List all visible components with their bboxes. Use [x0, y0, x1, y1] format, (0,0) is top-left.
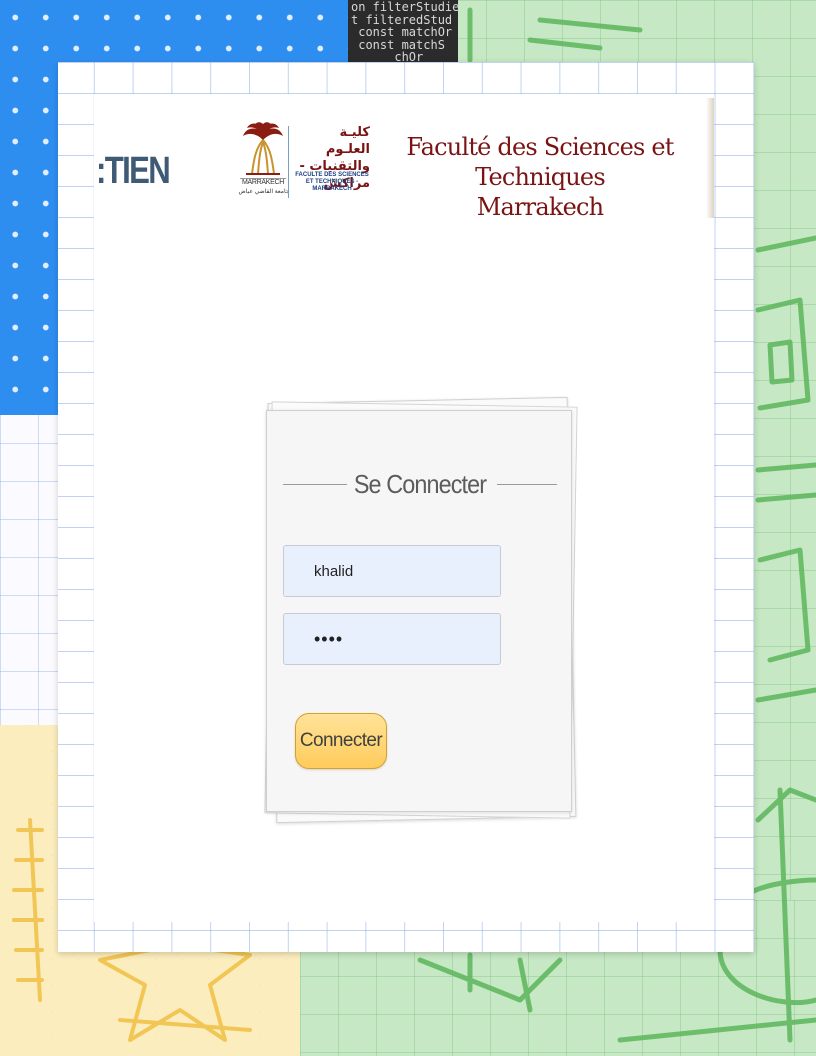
banner-edge: [706, 98, 714, 218]
faculty-title-line2: Marrakech: [476, 193, 604, 221]
background-code-snippet: on filterStudie t filteredStud const matc…: [348, 0, 458, 64]
logo-french-line1: FACULTE DES SCIENCES: [295, 172, 369, 178]
faculty-logo: MARRAKECH جامعة القاضي عياض كليـة العلـو…: [238, 122, 372, 212]
login-form: Se Connecter Connecter: [266, 410, 572, 812]
header-banner: :TIEN MARRAKECH جامعة القاضي عياض كليـة …: [94, 94, 714, 254]
logo-university-arabic: جامعة القاضي عياض: [238, 189, 290, 195]
palm-emblem-icon: [243, 122, 283, 175]
login-heading: Se Connecter: [283, 469, 557, 499]
logo-divider: [288, 126, 289, 198]
connect-button[interactable]: Connecter: [295, 713, 387, 769]
logo-french-name: FACULTE DES SCIENCES ET TECHNIQUES - MAR…: [292, 172, 372, 193]
code-line: const matchOr: [351, 25, 453, 39]
faculty-title: Faculté des Sciences et Techniques Marra…: [380, 132, 700, 222]
password-input[interactable]: [283, 613, 501, 665]
heading-rule-right: [497, 484, 557, 485]
logo-city-label: MARRAKECH: [240, 178, 286, 186]
header-left-fragment: :TIEN: [96, 150, 171, 192]
main-card: :TIEN MARRAKECH جامعة القاضي عياض كليـة …: [58, 62, 754, 952]
logo-arabic-line1: كليـة العلـوم: [325, 125, 370, 157]
logo-french-line2: ET TECHNIQUES - MARRAKECH: [305, 179, 359, 192]
code-line: on filterStudie: [351, 0, 458, 14]
username-input[interactable]: [283, 545, 501, 597]
faculty-title-line1: Faculté des Sciences et Techniques: [406, 133, 674, 191]
page-content: :TIEN MARRAKECH جامعة القاضي عياض كليـة …: [94, 94, 714, 922]
